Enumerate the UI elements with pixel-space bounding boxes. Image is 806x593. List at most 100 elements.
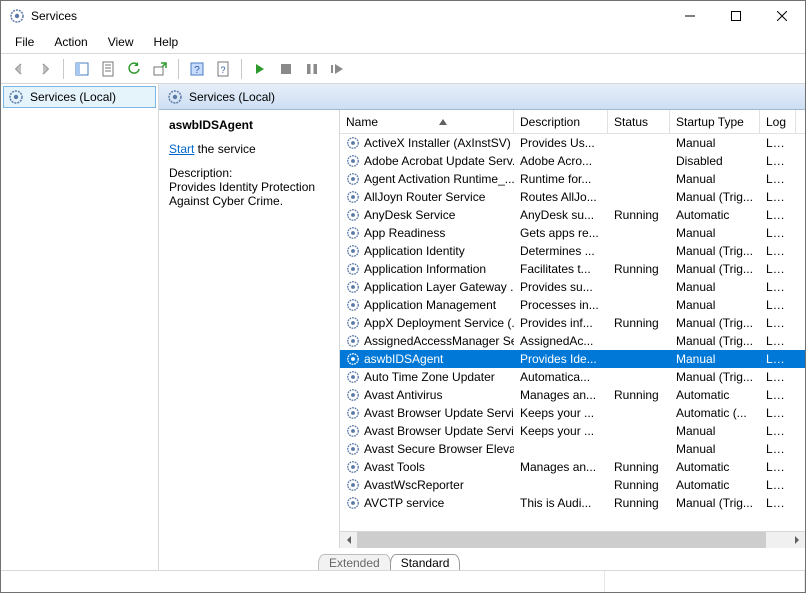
menu-action[interactable]: Action	[46, 33, 95, 51]
service-row[interactable]: App Readiness Gets apps re... Manual Loc…	[340, 224, 805, 242]
description-block: Description: Provides Identity Protectio…	[169, 166, 329, 208]
menu-view[interactable]: View	[100, 33, 142, 51]
row-name: Avast Secure Browser Elevat...	[364, 442, 514, 456]
service-row[interactable]: AVCTP service This is Audi... Running Ma…	[340, 494, 805, 512]
tree-root-item[interactable]: Services (Local)	[3, 86, 156, 108]
row-desc: Provides Ide...	[514, 352, 608, 366]
col-logon[interactable]: Log	[760, 110, 796, 133]
row-logon: Loca	[760, 388, 796, 402]
service-row[interactable]: AvastWscReporter Running Automatic Loca	[340, 476, 805, 494]
col-description[interactable]: Description	[514, 110, 608, 133]
service-row[interactable]: aswbIDSAgent Provides Ide... Manual Loca	[340, 350, 805, 368]
row-name-cell: Adobe Acrobat Update Serv...	[340, 154, 514, 168]
service-icon	[346, 352, 360, 366]
menu-file[interactable]: File	[7, 33, 42, 51]
row-startup: Manual (Trig...	[670, 496, 760, 510]
forward-button[interactable]	[33, 57, 57, 81]
svg-text:?: ?	[194, 65, 200, 76]
service-row[interactable]: AppX Deployment Service (... Provides in…	[340, 314, 805, 332]
stop-service-button[interactable]	[274, 57, 298, 81]
row-desc: Facilitates t...	[514, 262, 608, 276]
status-bar	[1, 570, 805, 592]
row-desc: AnyDesk su...	[514, 208, 608, 222]
start-service-button[interactable]	[248, 57, 272, 81]
row-startup: Automatic	[670, 460, 760, 474]
row-name: ActiveX Installer (AxInstSV)	[364, 136, 511, 150]
row-name-cell: AVCTP service	[340, 496, 514, 510]
row-name-cell: Auto Time Zone Updater	[340, 370, 514, 384]
service-row[interactable]: Application Layer Gateway ... Provides s…	[340, 278, 805, 296]
row-logon: Loca	[760, 496, 796, 510]
row-status: Running	[608, 208, 670, 222]
service-row[interactable]: Application Identity Determines ... Manu…	[340, 242, 805, 260]
service-icon	[346, 316, 360, 330]
scroll-right-button[interactable]	[788, 532, 805, 549]
tabs-row: Extended Standard	[159, 548, 805, 570]
row-startup: Automatic	[670, 208, 760, 222]
scroll-thumb[interactable]	[357, 532, 766, 549]
back-button[interactable]	[7, 57, 31, 81]
row-desc: Manages an...	[514, 388, 608, 402]
service-row[interactable]: Application Management Processes in... M…	[340, 296, 805, 314]
scroll-left-button[interactable]	[340, 532, 357, 549]
row-startup: Manual	[670, 424, 760, 438]
tree-pane[interactable]: Services (Local)	[1, 84, 159, 570]
row-logon: Loca	[760, 442, 796, 456]
pause-service-button[interactable]	[300, 57, 324, 81]
list-rows-wrap[interactable]: ActiveX Installer (AxInstSV) Provides Us…	[340, 134, 805, 531]
export-button[interactable]	[148, 57, 172, 81]
tab-standard[interactable]: Standard	[390, 554, 461, 570]
row-startup: Disabled	[670, 154, 760, 168]
refresh-button[interactable]	[122, 57, 146, 81]
row-name-cell: AnyDesk Service	[340, 208, 514, 222]
restart-service-button[interactable]	[326, 57, 350, 81]
row-name: AVCTP service	[364, 496, 444, 510]
pane-header: Services (Local)	[159, 84, 805, 110]
service-row[interactable]: Auto Time Zone Updater Automatica... Man…	[340, 368, 805, 386]
service-row[interactable]: Avast Browser Update Servi... Keeps your…	[340, 404, 805, 422]
service-icon	[346, 406, 360, 420]
row-logon: Loca	[760, 478, 796, 492]
horizontal-scrollbar[interactable]	[340, 531, 805, 548]
row-startup: Manual (Trig...	[670, 370, 760, 384]
show-hide-tree-button[interactable]	[70, 57, 94, 81]
row-desc: Provides Us...	[514, 136, 608, 150]
service-row[interactable]: Agent Activation Runtime_... Runtime for…	[340, 170, 805, 188]
properties-button[interactable]	[96, 57, 120, 81]
col-startup[interactable]: Startup Type	[670, 110, 760, 133]
service-row[interactable]: Adobe Acrobat Update Serv... Adobe Acro.…	[340, 152, 805, 170]
service-icon	[346, 478, 360, 492]
row-logon: Loca	[760, 280, 796, 294]
service-icon	[346, 280, 360, 294]
close-button[interactable]	[759, 1, 805, 31]
col-name[interactable]: Name	[340, 110, 514, 133]
help-topics-button[interactable]: ?	[211, 57, 235, 81]
scroll-track[interactable]	[357, 532, 788, 549]
tab-extended[interactable]: Extended	[318, 554, 391, 570]
row-desc: Manages an...	[514, 460, 608, 474]
service-row[interactable]: AnyDesk Service AnyDesk su... Running Au…	[340, 206, 805, 224]
row-startup: Manual	[670, 226, 760, 240]
service-row[interactable]: Avast Browser Update Servi... Keeps your…	[340, 422, 805, 440]
menu-help[interactable]: Help	[146, 33, 187, 51]
row-logon: Loca	[760, 424, 796, 438]
maximize-button[interactable]	[713, 1, 759, 31]
help-button[interactable]: ?	[185, 57, 209, 81]
row-name: AnyDesk Service	[364, 208, 455, 222]
services-list: Name Description Status Startup Type Log…	[339, 110, 805, 548]
row-logon: Loca	[760, 298, 796, 312]
service-row[interactable]: AssignedAccessManager Se... AssignedAc..…	[340, 332, 805, 350]
list-header: Name Description Status Startup Type Log	[340, 110, 805, 134]
service-row[interactable]: Application Information Facilitates t...…	[340, 260, 805, 278]
service-row[interactable]: Avast Secure Browser Elevat... Manual Lo…	[340, 440, 805, 458]
service-row[interactable]: Avast Antivirus Manages an... Running Au…	[340, 386, 805, 404]
description-heading: Description:	[169, 166, 329, 180]
start-service-link[interactable]: Start	[169, 142, 194, 156]
row-logon: Loca	[760, 460, 796, 474]
service-row[interactable]: Avast Tools Manages an... Running Automa…	[340, 458, 805, 476]
minimize-button[interactable]	[667, 1, 713, 31]
service-row[interactable]: ActiveX Installer (AxInstSV) Provides Us…	[340, 134, 805, 152]
service-row[interactable]: AllJoyn Router Service Routes AllJo... M…	[340, 188, 805, 206]
row-status: Running	[608, 388, 670, 402]
col-status[interactable]: Status	[608, 110, 670, 133]
